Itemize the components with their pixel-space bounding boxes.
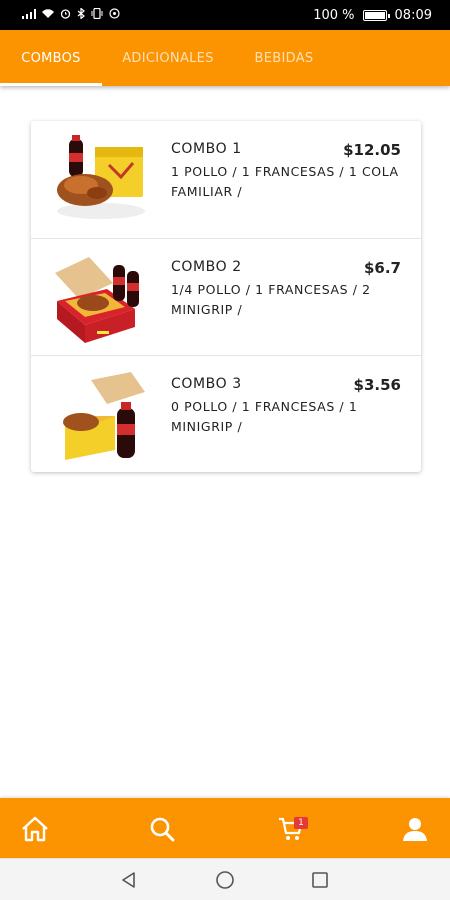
battery-icon — [362, 9, 390, 21]
home-icon — [22, 816, 48, 842]
combo-1-image — [57, 135, 145, 219]
combo-2-image — [55, 257, 139, 343]
combo-name: COMBO 2 — [171, 259, 242, 275]
status-right: 100 % 08:09 — [313, 8, 432, 23]
status-bar: 100 % 08:09 — [0, 0, 450, 30]
search-button[interactable] — [147, 814, 177, 844]
combo-item[interactable]: COMBO 3 $3.56 0 POLLO / 1 FRANCESAS / 1 … — [31, 355, 421, 472]
combo-item[interactable]: COMBO 1 $12.05 1 POLLO / 1 FRANCESAS / 1… — [31, 121, 421, 238]
bottom-nav: 1 — [0, 798, 450, 858]
battery-label: 100 % — [313, 7, 355, 23]
combo-item[interactable]: COMBO 2 $6.7 1/4 POLLO / 1 FRANCESAS / 2… — [31, 238, 421, 355]
bluetooth-icon — [77, 7, 85, 22]
recents-square-icon — [312, 872, 328, 888]
profile-button[interactable] — [400, 814, 430, 844]
combo-price: $12.05 — [343, 141, 401, 159]
combo-price: $6.7 — [363, 259, 401, 277]
combo-name: COMBO 3 — [171, 376, 242, 392]
system-recents-button[interactable] — [309, 869, 331, 891]
combo-description: 1 POLLO / 1 FRANCESAS / 1 COLA FAMILIAR … — [171, 164, 399, 199]
combo-description: 0 POLLO / 1 FRANCESAS / 1 MINIGRIP / — [171, 399, 358, 434]
back-triangle-icon — [122, 872, 135, 888]
home-circle-icon — [216, 871, 234, 889]
combo-name: COMBO 1 — [171, 141, 242, 157]
combo-list: COMBO 1 $12.05 1 POLLO / 1 FRANCESAS / 1… — [31, 121, 421, 472]
home-button[interactable] — [20, 814, 50, 844]
cart-count-badge: 1 — [294, 817, 308, 829]
tab-combos[interactable]: COMBOS — [0, 30, 102, 86]
combo-3-image — [63, 372, 145, 460]
tab-adicionales[interactable]: ADICIONALES — [102, 30, 234, 86]
profile-icon — [403, 818, 427, 841]
cart-button[interactable]: 1 — [276, 814, 308, 844]
signal-icon — [22, 8, 36, 22]
vibrate-icon — [91, 7, 103, 22]
tab-bebidas[interactable]: BEBIDAS — [234, 30, 334, 86]
system-nav-bar — [0, 858, 450, 900]
status-icons — [22, 7, 120, 22]
search-icon — [150, 817, 175, 842]
combo-description: 1/4 POLLO / 1 FRANCESAS / 2 MINIGRIP / — [171, 282, 371, 317]
category-tabs: COMBOS ADICIONALES BEBIDAS — [0, 30, 450, 86]
combo-price: $3.56 — [353, 376, 401, 394]
system-back-button[interactable] — [118, 869, 140, 891]
wifi-icon — [42, 8, 54, 22]
system-home-button[interactable] — [214, 869, 236, 891]
alarm-icon — [60, 8, 71, 22]
clock: 08:09 — [394, 7, 432, 23]
whatsapp-icon — [109, 8, 120, 22]
